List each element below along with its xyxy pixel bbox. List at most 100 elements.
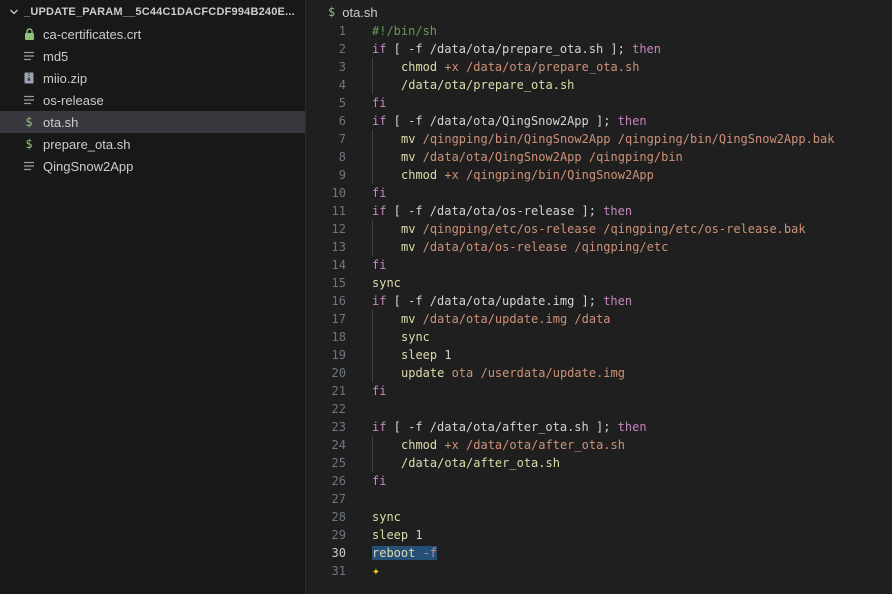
code-line[interactable]: 14 fi <box>306 256 892 274</box>
line-content: if [ -f /data/ota/QingSnow2App ]; then <box>346 112 647 130</box>
file-item-qingsnow2app[interactable]: QingSnow2App <box>0 155 305 177</box>
line-number: 26 <box>331 474 346 488</box>
code-line[interactable]: 13 mv /data/ota/os-release /qingping/etc <box>306 238 892 256</box>
code-token: chmod <box>401 438 438 452</box>
code-line[interactable]: 20 update ota /userdata/update.img <box>306 364 892 382</box>
code-token: mv <box>401 150 416 164</box>
code-line[interactable]: 30 reboot -f <box>306 544 892 562</box>
code-line[interactable]: 15 sync <box>306 274 892 292</box>
file-item-ota-sh[interactable]: $ ota.sh <box>0 111 305 133</box>
dollar-icon: $ <box>25 137 33 151</box>
line-content: mv /data/ota/os-release /qingping/etc <box>346 238 668 256</box>
line-content: mv /data/ota/update.img /data <box>346 310 611 328</box>
code-line[interactable]: 12 mv /qingping/etc/os-release /qingping/… <box>306 220 892 238</box>
code-line[interactable]: 7 mv /qingping/bin/QingSnow2App /qingping… <box>306 130 892 148</box>
line-content: mv /qingping/bin/QingSnow2App /qingping/… <box>346 130 834 148</box>
code-token: /qingping/bin/QingSnow2App /qingping/bin… <box>415 132 835 146</box>
line-number: 31 <box>331 564 346 578</box>
code-line[interactable]: 5 fi <box>306 94 892 112</box>
line-content: /data/ota/prepare_ota.sh <box>346 76 574 94</box>
lines-icon <box>22 51 36 61</box>
file-item-os-release[interactable]: os-release <box>0 89 305 111</box>
lines-icon <box>22 161 36 171</box>
line-number: 2 <box>338 42 346 56</box>
line-number: 7 <box>338 132 346 146</box>
indent-guide <box>372 346 401 364</box>
code-token: [ -f /data/ota/os-release ]; <box>386 204 604 218</box>
explorer-sidebar: _UPDATE_PARAM__5C44C1DACFCDF994B240E... … <box>0 0 306 594</box>
code-token: +x /qingping/bin/QingSnow2App <box>437 168 654 182</box>
indent-guide <box>372 436 401 454</box>
code-token: mv <box>401 132 416 146</box>
code-token: fi <box>372 384 387 398</box>
code-line[interactable]: 21 fi <box>306 382 892 400</box>
indent-guide <box>372 454 401 472</box>
line-number: 11 <box>331 204 346 218</box>
code-line[interactable]: 6 if [ -f /data/ota/QingSnow2App ]; then <box>306 112 892 130</box>
line-content: /data/ota/after_ota.sh <box>346 454 560 472</box>
line-number: 3 <box>338 60 346 74</box>
code-line[interactable]: 4/data/ota/prepare_ota.sh <box>306 76 892 94</box>
code-token: reboot <box>372 546 416 560</box>
file-item-label: os-release <box>43 92 104 108</box>
code-line[interactable]: 28 sync <box>306 508 892 526</box>
file-item-ca-certificates-crt[interactable]: ca-certificates.crt <box>0 23 305 45</box>
code-editor[interactable]: 1 #!/bin/sh 2 if [ -f /data/ota/prepare_ota… <box>306 22 892 580</box>
code-line[interactable]: 11 if [ -f /data/ota/os-release ]; then <box>306 202 892 220</box>
code-line[interactable]: 1 #!/bin/sh <box>306 22 892 40</box>
code-token: fi <box>372 258 387 272</box>
code-line[interactable]: 8 mv /data/ota/QingSnow2App /qingping/bin <box>306 148 892 166</box>
code-line[interactable]: 16 if [ -f /data/ota/update.img ]; then <box>306 292 892 310</box>
lock-icon <box>22 28 36 40</box>
code-token: fi <box>372 96 387 110</box>
line-number: 12 <box>331 222 346 236</box>
file-item-miio-zip[interactable]: miio.zip <box>0 67 305 89</box>
line-content <box>346 490 372 508</box>
file-item-label: prepare_ota.sh <box>43 136 131 152</box>
code-line[interactable]: 24 chmod +x /data/ota/after_ota.sh <box>306 436 892 454</box>
code-line[interactable]: 27 <box>306 490 892 508</box>
explorer-file-list: ca-certificates.crt md5 miio.zip os-release… <box>0 23 305 177</box>
code-line[interactable]: 3 chmod +x /data/ota/prepare_ota.sh <box>306 58 892 76</box>
line-content: fi <box>346 94 386 112</box>
code-line[interactable]: 22 <box>306 400 892 418</box>
indent-guide <box>372 220 401 238</box>
file-item-prepare-ota-sh[interactable]: $ prepare_ota.sh <box>0 133 305 155</box>
line-number: 30 <box>331 546 346 560</box>
code-token: /data/ota/os-release /qingping/etc <box>415 240 669 254</box>
tab-bar: $ ota.sh <box>306 0 892 24</box>
code-line[interactable]: 19 sleep 1 <box>306 346 892 364</box>
line-number: 25 <box>331 456 346 470</box>
zip-icon <box>22 72 36 84</box>
code-line[interactable]: 23 if [ -f /data/ota/after_ota.sh ]; then <box>306 418 892 436</box>
code-line[interactable]: 31 ✦ <box>306 562 892 580</box>
code-token: then <box>632 42 661 56</box>
code-token: if <box>372 420 387 434</box>
code-line[interactable]: 18 sync <box>306 328 892 346</box>
file-item-label: QingSnow2App <box>43 158 134 174</box>
code-line[interactable]: 10 fi <box>306 184 892 202</box>
line-content: if [ -f /data/ota/after_ota.sh ]; then <box>346 418 647 436</box>
indent-guide <box>372 166 401 184</box>
indent-guide <box>372 238 401 256</box>
code-line[interactable]: 2 if [ -f /data/ota/prepare_ota.sh ]; the… <box>306 40 892 58</box>
code-line[interactable]: 29 sleep 1 <box>306 526 892 544</box>
line-content: reboot -f <box>346 544 438 562</box>
code-line[interactable]: 26 fi <box>306 472 892 490</box>
code-token: chmod <box>401 168 438 182</box>
code-line[interactable]: 17 mv /data/ota/update.img /data <box>306 310 892 328</box>
chevron-down-icon[interactable] <box>8 6 20 18</box>
explorer-folder-header[interactable]: _UPDATE_PARAM__5C44C1DACFCDF994B240E... <box>0 1 305 23</box>
sparkle-icon[interactable]: ✦ <box>372 564 380 579</box>
tab-ota-sh[interactable]: $ ota.sh <box>328 0 378 24</box>
line-content: sync <box>346 508 401 526</box>
code-line[interactable]: 9 chmod +x /qingping/bin/QingSnow2App <box>306 166 892 184</box>
code-token: [ -f /data/ota/prepare_ota.sh ]; <box>386 42 633 56</box>
code-token: sync <box>401 330 430 344</box>
code-token: update <box>401 366 445 380</box>
code-line[interactable]: 25/data/ota/after_ota.sh <box>306 454 892 472</box>
file-item-md5[interactable]: md5 <box>0 45 305 67</box>
file-item-label: ota.sh <box>43 114 79 130</box>
line-number: 13 <box>331 240 346 254</box>
line-content: if [ -f /data/ota/update.img ]; then <box>346 292 632 310</box>
